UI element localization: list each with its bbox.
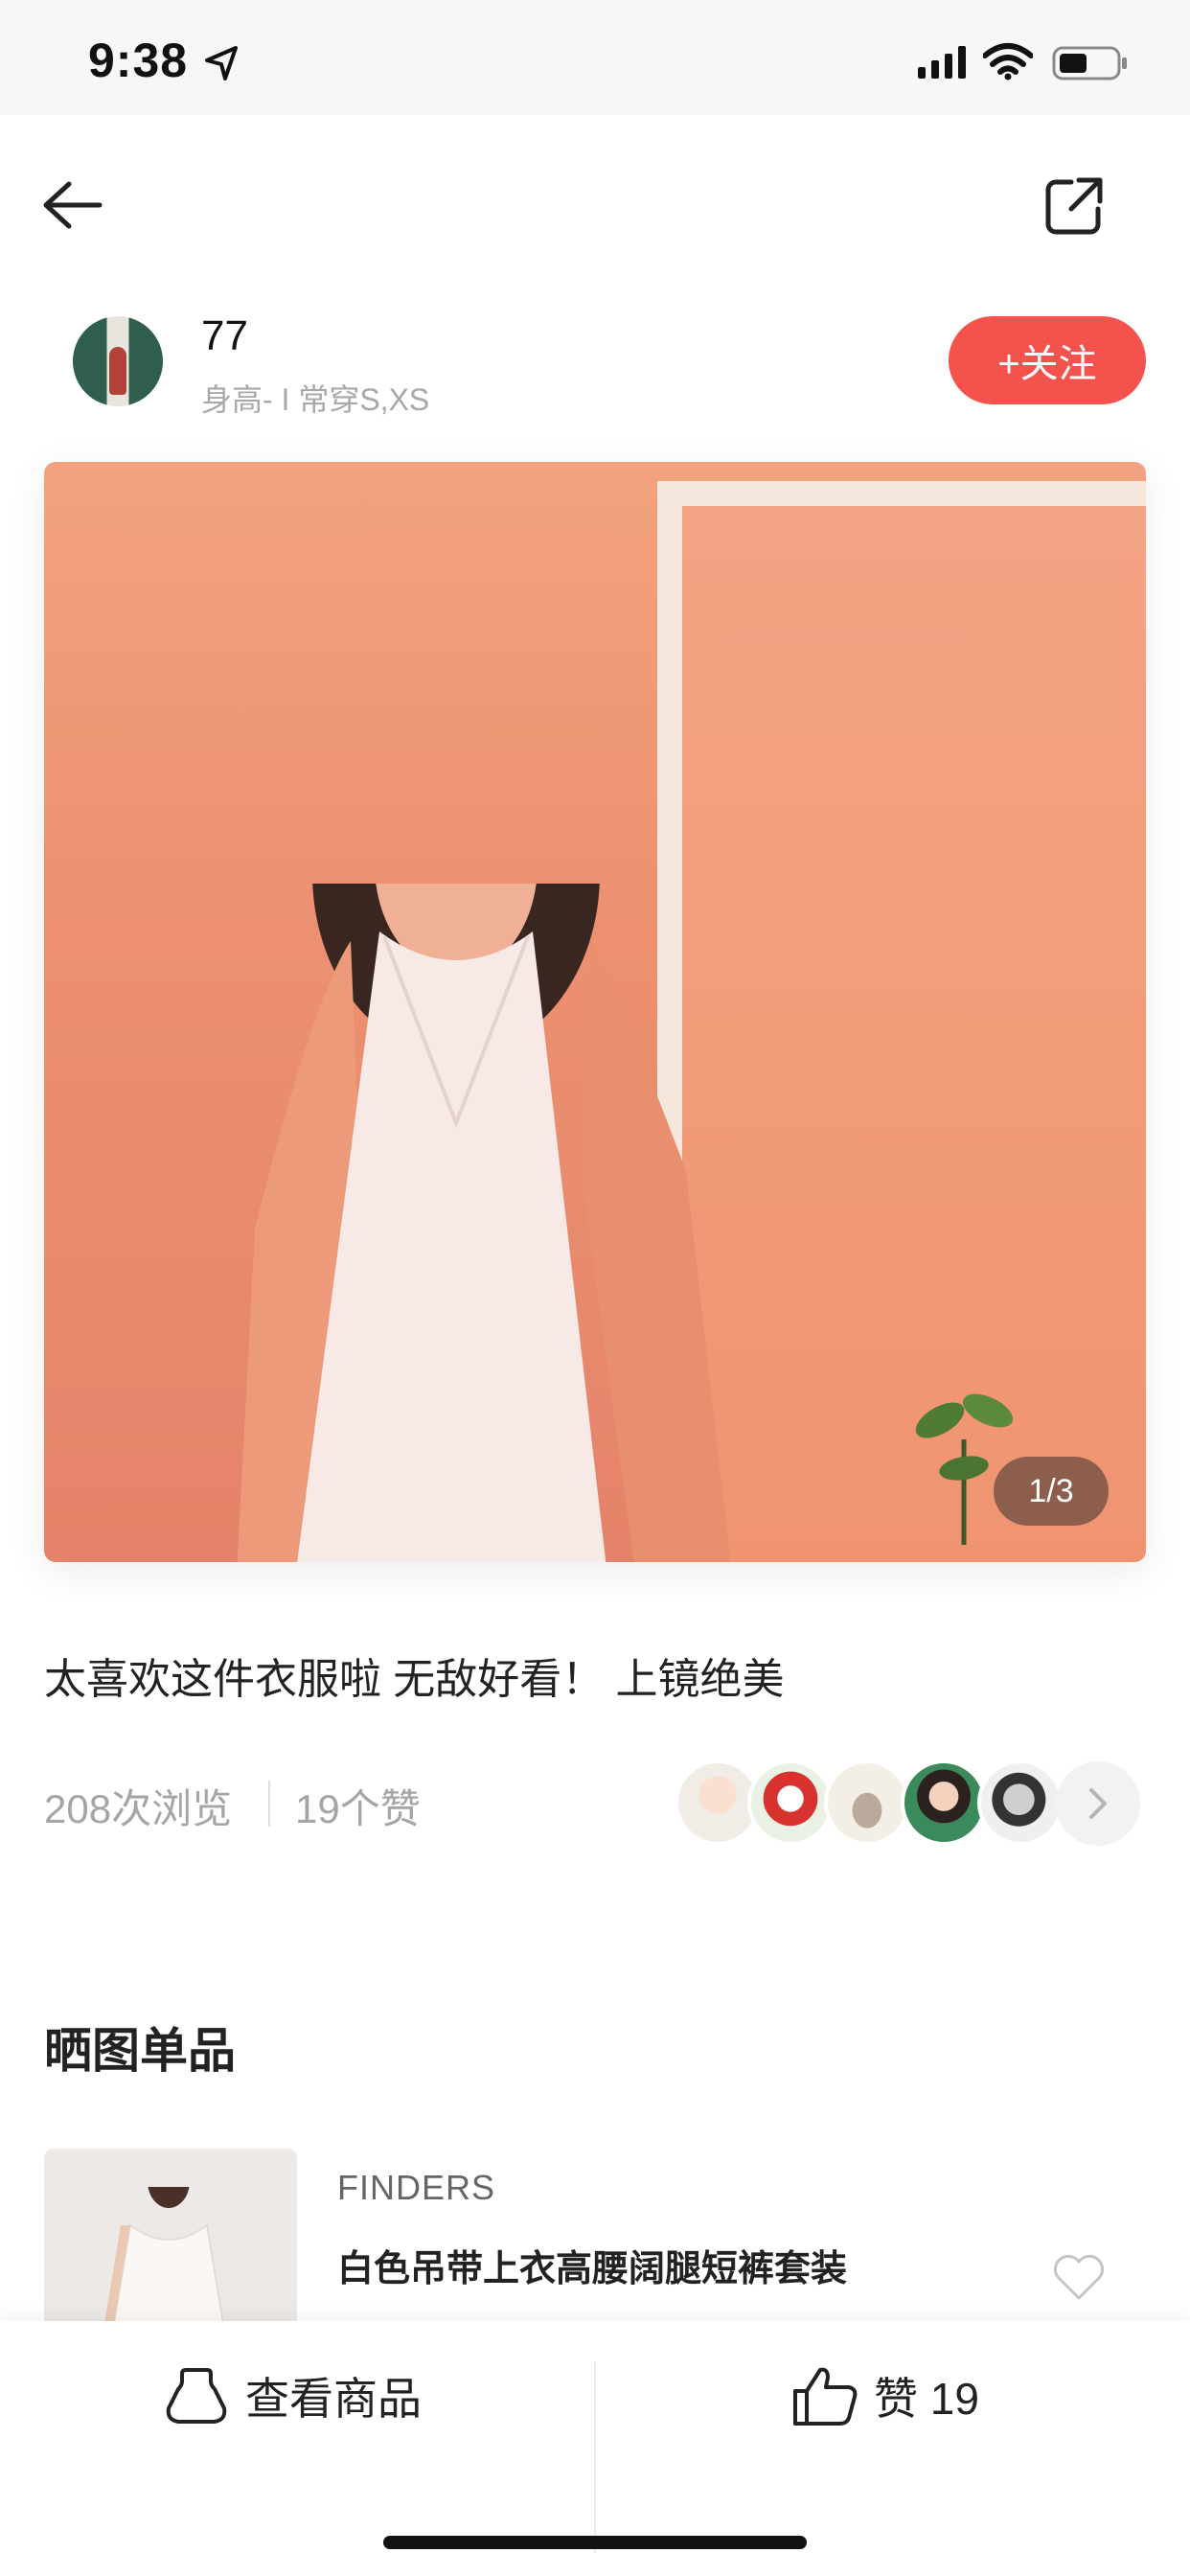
user-name[interactable]: 77 [201, 312, 248, 360]
liker-avatar[interactable] [901, 1760, 987, 1846]
photo-model-figure [237, 884, 731, 1562]
bag-icon [166, 2368, 227, 2424]
product-dress-illustration [104, 2187, 224, 2321]
stats-divider [268, 1781, 270, 1827]
product-brand: FINDERS [337, 2168, 496, 2207]
user-avatar[interactable] [73, 316, 163, 406]
like-count: 19个赞 [295, 1786, 421, 1831]
battery-icon [1052, 46, 1127, 80]
like-button[interactable]: 赞 19 [791, 2358, 979, 2434]
follow-button[interactable]: +关注 [949, 316, 1146, 404]
product-title[interactable]: 白色吊带上衣高腰阔腿短裤套装 [337, 2239, 847, 2291]
product-image[interactable] [44, 2149, 297, 2321]
wifi-icon [983, 43, 1033, 80]
view-goods-label: 查看商品 [245, 2374, 422, 2424]
heart-icon[interactable] [1052, 2254, 1106, 2302]
location-arrow-icon [205, 46, 238, 80]
liker-avatar[interactable] [977, 1760, 1064, 1846]
like-label: 赞 19 [874, 2374, 979, 2424]
section-title: 晒图单品 [44, 2024, 236, 2078]
back-arrow-icon[interactable] [40, 178, 103, 232]
view-goods-button[interactable]: 查看商品 [163, 2358, 422, 2434]
view-count: 208次浏览 [44, 1786, 233, 1831]
status-time: 9:38 [88, 34, 189, 87]
image-page-indicator: 1/3 [994, 1457, 1109, 1526]
status-bar: 9:38 [0, 0, 1190, 115]
signal-icon [918, 46, 966, 79]
share-icon[interactable] [1042, 174, 1106, 238]
chevron-right-icon [1089, 1788, 1107, 1819]
liker-avatar[interactable] [824, 1760, 910, 1846]
liker-avatar[interactable] [747, 1760, 834, 1846]
post-caption: 太喜欢这件衣服啦 无敌好看！ 上镜绝美 [44, 1656, 785, 1703]
thumbs-up-icon [793, 2367, 858, 2426]
user-meta: 身高- I 常穿S,XS [201, 382, 430, 417]
home-indicator[interactable] [383, 2536, 807, 2549]
bottom-bar-divider [594, 2361, 596, 2553]
post-photo[interactable] [44, 462, 1146, 1562]
likers-more-button[interactable] [1056, 1761, 1140, 1846]
